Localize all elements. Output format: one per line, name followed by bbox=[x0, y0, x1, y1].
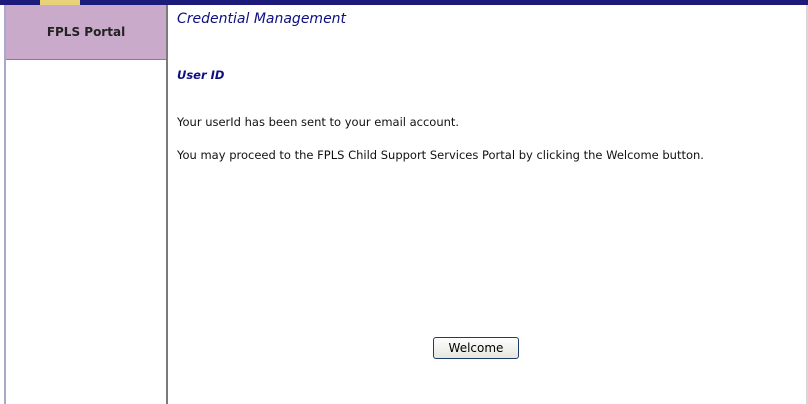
page-title: Credential Management bbox=[177, 11, 347, 27]
userid-sent-message: Your userId has been sent to your email … bbox=[177, 115, 460, 129]
proceed-message: You may proceed to the FPLS Child Suppor… bbox=[177, 148, 704, 162]
section-title: User ID bbox=[177, 68, 225, 82]
sidebar-item-fpls-portal[interactable]: FPLS Portal bbox=[6, 5, 166, 60]
welcome-button[interactable]: Welcome bbox=[433, 337, 519, 359]
sidebar-divider bbox=[166, 5, 168, 404]
page: FPLS Portal Credential Management User I… bbox=[0, 0, 808, 404]
sidebar: FPLS Portal bbox=[6, 5, 166, 404]
main-content: Credential Management User ID Your userI… bbox=[177, 5, 797, 404]
